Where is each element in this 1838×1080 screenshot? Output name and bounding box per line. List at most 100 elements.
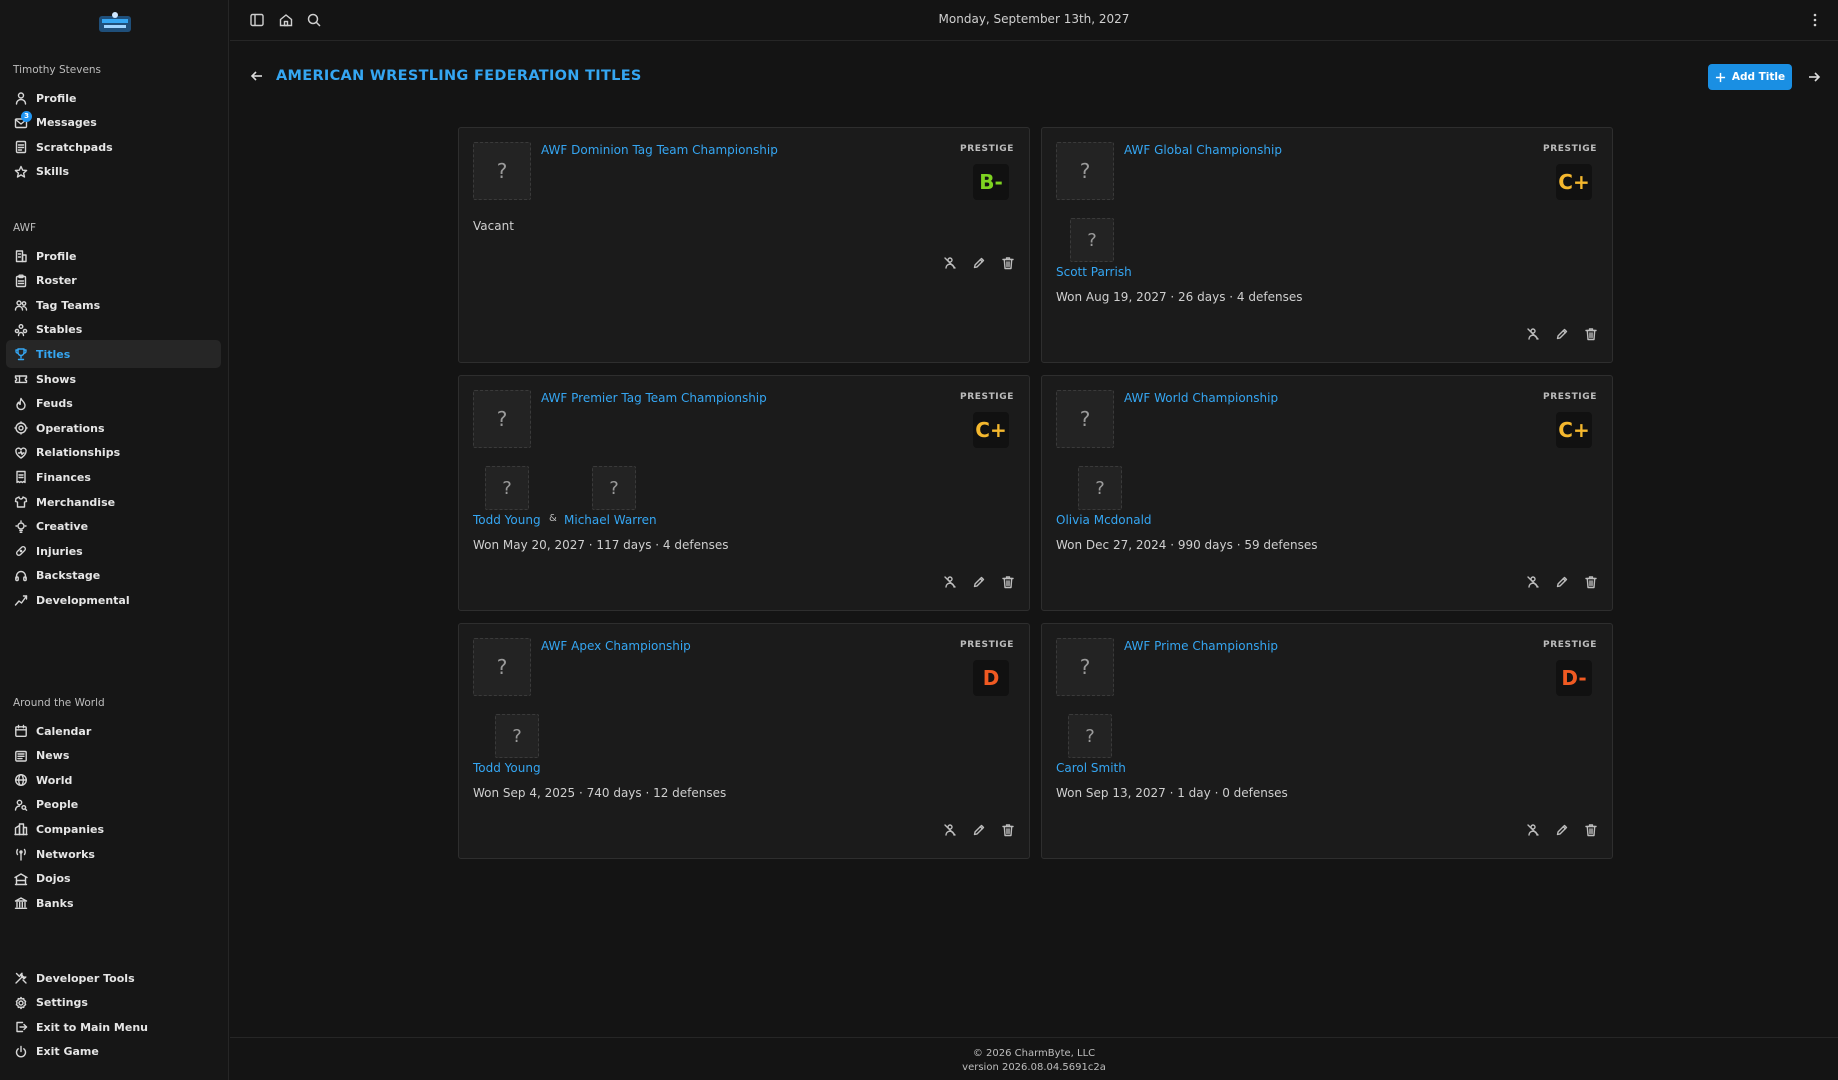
sidebar-item-developer-tools[interactable]: Developer Tools [6, 964, 221, 992]
unassign-icon[interactable] [943, 256, 957, 270]
title-actions [1526, 823, 1598, 837]
sidebar-item-label: Settings [36, 996, 88, 1010]
dojo-icon [14, 872, 28, 886]
title-name-link[interactable]: AWF Apex Championship [541, 639, 691, 653]
vacant-status: Vacant [473, 219, 514, 233]
sidebar-item-calendar[interactable]: Calendar [6, 717, 221, 745]
champion-name-link[interactable]: Carol Smith [1056, 761, 1126, 775]
sidebar-item-profile[interactable]: Profile [6, 242, 221, 270]
user-name: Timothy Stevens [13, 64, 102, 76]
game-logo[interactable] [97, 10, 133, 38]
page-header: AMERICAN WRESTLING FEDERATION TITLES Add… [230, 60, 1838, 96]
sidebar-item-shows[interactable]: Shows [6, 365, 221, 393]
sidebar-item-label: Injuries [36, 544, 83, 558]
champion-name-link[interactable]: Todd Young [473, 761, 541, 775]
title-name-link[interactable]: AWF Global Championship [1124, 143, 1282, 157]
prestige-label: PRESTIGE [960, 144, 1014, 154]
sidebar-item-operations[interactable]: Operations [6, 414, 221, 442]
title-name-link[interactable]: AWF World Championship [1124, 391, 1278, 405]
sidebar-item-developmental[interactable]: Developmental [6, 586, 221, 614]
belt-image-placeholder[interactable]: ? [1056, 638, 1114, 696]
sidebar-item-banks[interactable]: Banks [6, 889, 221, 917]
champion-portrait[interactable]: ? [1068, 714, 1112, 758]
cog-icon [14, 421, 28, 435]
bandage-icon [14, 544, 28, 558]
edit-icon[interactable] [972, 823, 986, 837]
unassign-icon[interactable] [1526, 575, 1540, 589]
belt-image-placeholder[interactable]: ? [473, 638, 531, 696]
unread-badge: 3 [21, 110, 32, 122]
trash-icon[interactable] [1001, 256, 1015, 270]
champion-portrait[interactable]: ? [1078, 466, 1122, 510]
unassign-icon[interactable] [1526, 327, 1540, 341]
title-name-link[interactable]: AWF Premier Tag Team Championship [541, 391, 767, 405]
sidebar-item-exit-to-main-menu[interactable]: Exit to Main Menu [6, 1013, 221, 1041]
champion-name-link[interactable]: Todd Young [473, 513, 541, 527]
champion-name-link[interactable]: Michael Warren [564, 513, 657, 527]
sidebar-item-label: World [36, 773, 73, 787]
edit-icon[interactable] [1555, 327, 1569, 341]
champion-name-link[interactable]: Scott Parrish [1056, 265, 1132, 279]
edit-icon[interactable] [1555, 823, 1569, 837]
belt-image-placeholder[interactable]: ? [1056, 390, 1114, 448]
section-around-the-world: Around the World [13, 697, 105, 709]
prestige-grade: C+ [973, 412, 1009, 448]
prestige-label: PRESTIGE [1543, 144, 1597, 154]
add-title-label: Add Title [1731, 71, 1786, 83]
reign-details: Won Dec 27, 2024 · 990 days · 59 defense… [1056, 538, 1318, 552]
sidebar-item-exit-game[interactable]: Exit Game [6, 1038, 221, 1066]
champion-portrait[interactable]: ? [1070, 218, 1114, 262]
sidebar-item-injuries[interactable]: Injuries [6, 537, 221, 565]
sidebar-item-label: Roster [36, 274, 77, 288]
champion-portrait[interactable]: ? [495, 714, 539, 758]
sidebar-item-label: Calendar [36, 724, 92, 738]
trash-icon[interactable] [1584, 575, 1598, 589]
edit-icon[interactable] [1555, 575, 1569, 589]
forward-arrow-icon[interactable] [1806, 69, 1822, 85]
calendar-icon [14, 724, 28, 738]
back-arrow-icon[interactable] [249, 68, 265, 84]
logo-icon [99, 12, 131, 32]
title-actions [943, 256, 1015, 270]
clipboard-icon [14, 274, 28, 288]
trash-icon[interactable] [1584, 823, 1598, 837]
title-name-link[interactable]: AWF Prime Championship [1124, 639, 1278, 653]
unassign-icon[interactable] [943, 823, 957, 837]
notepad-icon [14, 140, 28, 154]
prestige-grade: C+ [1556, 164, 1592, 200]
sidebar-item-label: People [36, 798, 79, 812]
sidebar-item-tag-teams[interactable]: Tag Teams [6, 291, 221, 319]
trash-icon[interactable] [1001, 575, 1015, 589]
belt-image-placeholder[interactable]: ? [1056, 142, 1114, 200]
person-search-icon [14, 798, 28, 812]
reign-details: Won Sep 4, 2025 · 740 days · 12 defenses [473, 786, 727, 800]
trash-icon[interactable] [1001, 823, 1015, 837]
unassign-icon[interactable] [1526, 823, 1540, 837]
company-icon [14, 822, 28, 836]
belt-image-placeholder[interactable]: ? [473, 142, 531, 200]
champion-portrait[interactable]: ? [485, 466, 529, 510]
edit-icon[interactable] [972, 575, 986, 589]
sidebar-item-merchandise[interactable]: Merchandise [6, 488, 221, 516]
sidebar-item-skills[interactable]: Skills [6, 158, 221, 186]
sidebar-item-profile[interactable]: Profile [6, 84, 221, 112]
title-actions [1526, 327, 1598, 341]
globe-icon [14, 773, 28, 787]
sidebar-item-world[interactable]: World [6, 766, 221, 794]
unassign-icon[interactable] [943, 575, 957, 589]
add-title-button[interactable]: Add Title [1708, 64, 1792, 90]
sidebar-item-scratchpads[interactable]: Scratchpads [6, 133, 221, 161]
more-menu-icon[interactable] [1812, 12, 1818, 28]
group-icon [14, 323, 28, 337]
belt-image-placeholder[interactable]: ? [473, 390, 531, 448]
trash-icon[interactable] [1584, 327, 1598, 341]
prestige-grade: D- [1556, 660, 1592, 696]
champion-name-link[interactable]: Olivia Mcdonald [1056, 513, 1152, 527]
edit-icon[interactable] [972, 256, 986, 270]
sidebar-item-label: Shows [36, 372, 77, 386]
sidebar-item-networks[interactable]: Networks [6, 840, 221, 868]
champion-portrait[interactable]: ? [592, 466, 636, 510]
title-name-link[interactable]: AWF Dominion Tag Team Championship [541, 143, 778, 157]
prestige-grade: C+ [1556, 412, 1592, 448]
star-icon [14, 165, 28, 179]
